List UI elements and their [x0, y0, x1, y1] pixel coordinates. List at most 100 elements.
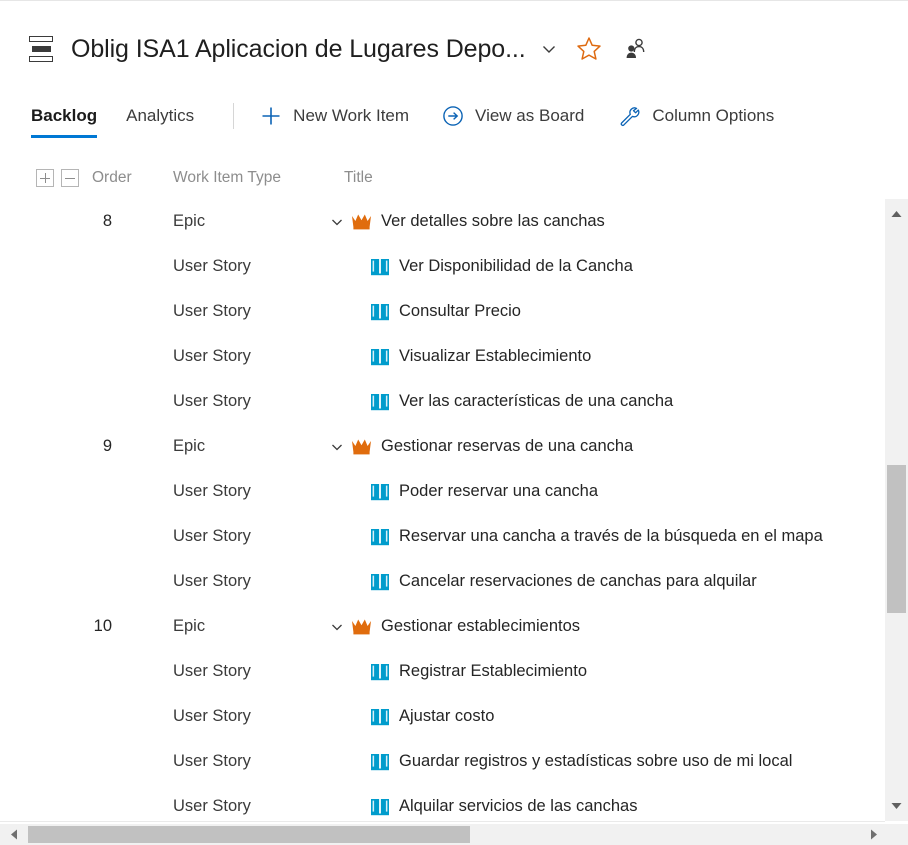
scroll-right-arrow-icon[interactable] [863, 824, 884, 845]
row-title-text[interactable]: Gestionar establecimientos [381, 617, 580, 636]
row-title-cell: Registrar Establecimiento [370, 662, 587, 681]
row-work-item-type: User Story [173, 572, 251, 590]
row-title-text[interactable]: Ver las características de una cancha [399, 392, 673, 411]
row-title-cell: Consultar Precio [370, 302, 521, 321]
row-work-item-type: User Story [173, 347, 251, 365]
row-title-text[interactable]: Reservar una cancha a través de la búsqu… [399, 527, 823, 546]
row-title-text[interactable]: Consultar Precio [399, 302, 521, 321]
row-title-cell: Alquilar servicios de las canchas [370, 797, 637, 816]
row-work-item-type: User Story [173, 302, 251, 320]
row-order: 9 [102, 437, 112, 455]
row-title-cell: Poder reservar una cancha [370, 482, 598, 501]
backlog-grid: 8 Epic Ver detalles sobre las canchas User… [0, 199, 885, 821]
row-title-text[interactable]: Registrar Establecimiento [399, 662, 587, 681]
tab-backlog[interactable]: Backlog [31, 92, 98, 140]
row-title-text[interactable]: Gestionar reservas de una cancha [381, 437, 633, 456]
row-title-text[interactable]: Cancelar reservaciones de canchas para a… [399, 572, 757, 591]
people-icon[interactable] [622, 36, 648, 62]
grid-bottom-border [0, 821, 885, 822]
book-icon [370, 348, 390, 366]
row-title-text[interactable]: Ver Disponibilidad de la Cancha [399, 257, 633, 276]
command-bar: Backlog Analytics New Work Item View as … [0, 92, 908, 140]
row-title-cell: Ver las características de una cancha [370, 392, 673, 411]
vertical-scrollbar-thumb[interactable] [887, 465, 906, 613]
row-work-item-type: User Story [173, 392, 251, 410]
row-title-text[interactable]: Poder reservar una cancha [399, 482, 598, 501]
book-icon [370, 708, 390, 726]
tab-analytics[interactable]: Analytics [126, 92, 194, 140]
table-row[interactable]: User Story Visualizar Establecimiento [0, 334, 885, 379]
row-order: 8 [102, 212, 112, 230]
row-work-item-type: User Story [173, 527, 251, 545]
row-title-cell: Reservar una cancha a través de la búsqu… [370, 527, 823, 546]
book-icon [370, 393, 390, 411]
row-work-item-type: User Story [173, 482, 251, 500]
book-icon [370, 753, 390, 771]
row-title-text[interactable]: Alquilar servicios de las canchas [399, 797, 637, 816]
book-icon [370, 303, 390, 321]
column-options-button[interactable]: Column Options [617, 92, 774, 140]
view-as-board-button[interactable]: View as Board [442, 92, 584, 140]
column-header-work-item-type[interactable]: Work Item Type [173, 169, 281, 187]
table-row[interactable]: 9 Epic Gestionar reservas de una cancha [0, 424, 885, 469]
row-work-item-type: User Story [173, 707, 251, 725]
row-title-text[interactable]: Ver detalles sobre las canchas [381, 212, 605, 231]
book-icon [370, 483, 390, 501]
table-row[interactable]: User Story Poder reservar una cancha [0, 469, 885, 514]
horizontal-scrollbar-thumb[interactable] [28, 826, 470, 843]
chevron-down-icon[interactable] [326, 620, 348, 634]
row-title-text[interactable]: Ajustar costo [399, 707, 494, 726]
view-as-board-label: View as Board [475, 106, 585, 125]
page-header: Oblig ISA1 Aplicacion de Lugares Depo... [0, 20, 908, 78]
column-header-title[interactable]: Title [344, 169, 373, 187]
table-row[interactable]: User Story Ver las características de un… [0, 379, 885, 424]
row-work-item-type: User Story [173, 662, 251, 680]
row-work-item-type: Epic [173, 437, 206, 455]
column-options-label: Column Options [652, 106, 775, 125]
scrollbar-corner [887, 824, 908, 845]
table-row[interactable]: User Story Registrar Establecimiento [0, 649, 885, 694]
row-work-item-type: User Story [173, 752, 251, 770]
horizontal-scrollbar[interactable] [0, 824, 887, 845]
chevron-down-icon[interactable] [540, 40, 558, 58]
row-title-cell: Ver detalles sobre las canchas [326, 212, 605, 231]
row-title-cell: Guardar registros y estadísticas sobre u… [370, 752, 792, 771]
new-work-item-button[interactable]: New Work Item [260, 92, 409, 140]
expand-all-icon[interactable] [36, 169, 54, 187]
star-icon[interactable] [576, 36, 602, 62]
crown-icon [351, 618, 372, 635]
new-work-item-label: New Work Item [293, 106, 410, 125]
wrench-icon [617, 104, 641, 128]
row-title-text[interactable]: Guardar registros y estadísticas sobre u… [399, 752, 792, 771]
table-row[interactable]: User Story Guardar registros y estadísti… [0, 739, 885, 784]
row-work-item-type: Epic [173, 212, 206, 230]
plus-icon [260, 105, 282, 127]
row-title-text[interactable]: Visualizar Establecimiento [399, 347, 591, 366]
scroll-left-arrow-icon[interactable] [3, 824, 24, 845]
table-row[interactable]: User Story Reservar una cancha a través … [0, 514, 885, 559]
crown-icon [351, 438, 372, 455]
table-row[interactable]: User Story Consultar Precio [0, 289, 885, 334]
collapse-all-icon[interactable] [61, 169, 79, 187]
table-row[interactable]: User Story Ajustar costo [0, 694, 885, 739]
vertical-scrollbar[interactable] [885, 199, 908, 821]
row-work-item-type: User Story [173, 257, 251, 275]
row-title-cell: Gestionar reservas de una cancha [326, 437, 633, 456]
grid-column-headers: Order Work Item Type Title [0, 165, 908, 199]
book-icon [370, 528, 390, 546]
row-work-item-type: Epic [173, 617, 206, 635]
table-row[interactable]: 8 Epic Ver detalles sobre las canchas [0, 199, 885, 244]
table-row[interactable]: User Story Ver Disponibilidad de la Canc… [0, 244, 885, 289]
chevron-down-icon[interactable] [326, 440, 348, 454]
chevron-down-icon[interactable] [326, 215, 348, 229]
row-work-item-type: User Story [173, 797, 251, 815]
scroll-up-arrow-icon[interactable] [885, 203, 908, 225]
column-header-order[interactable]: Order [92, 169, 132, 187]
table-row[interactable]: User Story Alquilar servicios de las can… [0, 784, 885, 821]
book-icon [370, 663, 390, 681]
book-icon [370, 798, 390, 816]
table-row[interactable]: User Story Cancelar reservaciones de can… [0, 559, 885, 604]
scroll-down-arrow-icon[interactable] [885, 795, 908, 817]
table-row[interactable]: 10 Epic Gestionar establecimientos [0, 604, 885, 649]
book-icon [370, 573, 390, 591]
